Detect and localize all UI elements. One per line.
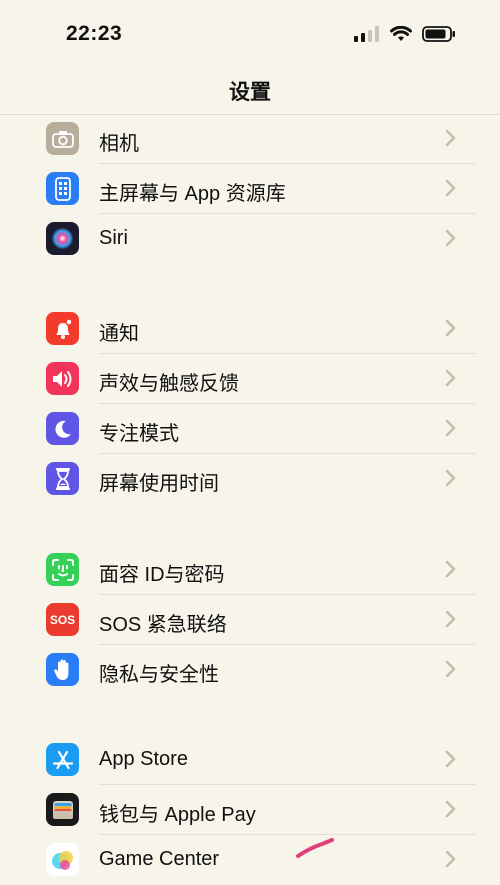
hourglass-icon [46, 462, 79, 495]
chevron-right-icon [445, 610, 456, 628]
wallet-icon [46, 793, 79, 826]
status-time: 22:23 [66, 22, 123, 45]
page-title: 设置 [229, 81, 271, 104]
settings-row-label: App Store [99, 748, 188, 770]
chevron-right-icon [445, 319, 456, 337]
chevron-right-icon [445, 419, 456, 437]
settings-row-emergency-sos[interactable]: SOS SOS 紧急联络 [0, 595, 500, 645]
chevron-right-icon [445, 750, 456, 768]
chevron-right-icon [445, 469, 456, 487]
status-bar: 22:23 [0, 0, 500, 64]
settings-row-label: 声效与触感反馈 [99, 373, 239, 395]
chevron-right-icon [445, 660, 456, 678]
chevron-right-icon [445, 560, 456, 578]
game-center-icon [46, 843, 79, 876]
home-screen-icon [46, 172, 79, 205]
settings-row-camera[interactable]: 相机 [0, 114, 500, 164]
settings-row-game-center[interactable]: Game Center [0, 835, 500, 885]
sounds-icon [46, 362, 79, 395]
settings-row-label: 屏幕使用时间 [99, 473, 219, 495]
sos-icon: SOS [46, 603, 79, 636]
settings-row-label: Game Center [99, 848, 220, 870]
settings-row-wallet[interactable]: 钱包与 Apple Pay [0, 785, 500, 835]
pink-annotation-mark [296, 838, 334, 858]
settings-row-label: SOS 紧急联络 [99, 614, 227, 636]
app-store-icon [46, 743, 79, 776]
siri-icon [46, 222, 79, 255]
settings-row-label: 隐私与安全性 [99, 664, 219, 686]
settings-group-1: 相机 主屏幕与 App 资源库 Siri [0, 114, 500, 264]
wifi-icon [390, 26, 412, 41]
nav-bar: 设置 [0, 64, 500, 115]
chevron-right-icon [445, 369, 456, 387]
settings-row-screen-time[interactable]: 屏幕使用时间 [0, 454, 500, 504]
settings-row-app-store[interactable]: App Store [0, 735, 500, 785]
settings-row-label: 钱包与 Apple Pay [99, 804, 256, 826]
settings-row-label: 相机 [99, 133, 139, 155]
battery-icon [422, 26, 455, 42]
settings-row-home-screen[interactable]: 主屏幕与 App 资源库 [0, 164, 500, 214]
settings-row-focus[interactable]: 专注模式 [0, 404, 500, 454]
settings-row-siri[interactable]: Siri [0, 214, 500, 264]
settings-row-label: 面容 ID与密码 [99, 564, 225, 586]
settings-row-label: 通知 [99, 323, 139, 345]
settings-row-notifications[interactable]: 通知 [0, 304, 500, 354]
focus-moon-icon [46, 412, 79, 445]
sos-icon-text: SOS [49, 612, 76, 627]
chevron-right-icon [445, 850, 456, 868]
settings-row-face-id[interactable]: 面容 ID与密码 [0, 545, 500, 595]
settings-group-4: App Store 钱包与 Apple Pay Game Center [0, 735, 500, 885]
settings-row-privacy[interactable]: 隐私与安全性 [0, 645, 500, 695]
chevron-right-icon [445, 800, 456, 818]
cellular-signal-icon [354, 26, 379, 42]
privacy-hand-icon [46, 653, 79, 686]
notifications-icon [46, 312, 79, 345]
chevron-right-icon [445, 179, 456, 197]
status-icons [354, 26, 456, 42]
settings-row-label: 主屏幕与 App 资源库 [99, 183, 286, 205]
chevron-right-icon [445, 129, 456, 147]
settings-row-label: 专注模式 [99, 423, 179, 445]
face-id-icon [46, 553, 79, 586]
settings-row-label: Siri [99, 227, 128, 249]
settings-group-2: 通知 声效与触感反馈 专注模式 屏幕使用时间 [0, 304, 500, 504]
camera-icon [46, 122, 79, 155]
settings-group-3: 面容 ID与密码 SOS SOS 紧急联络 隐私与安全性 [0, 545, 500, 695]
chevron-right-icon [445, 229, 456, 247]
settings-row-sounds[interactable]: 声效与触感反馈 [0, 354, 500, 404]
